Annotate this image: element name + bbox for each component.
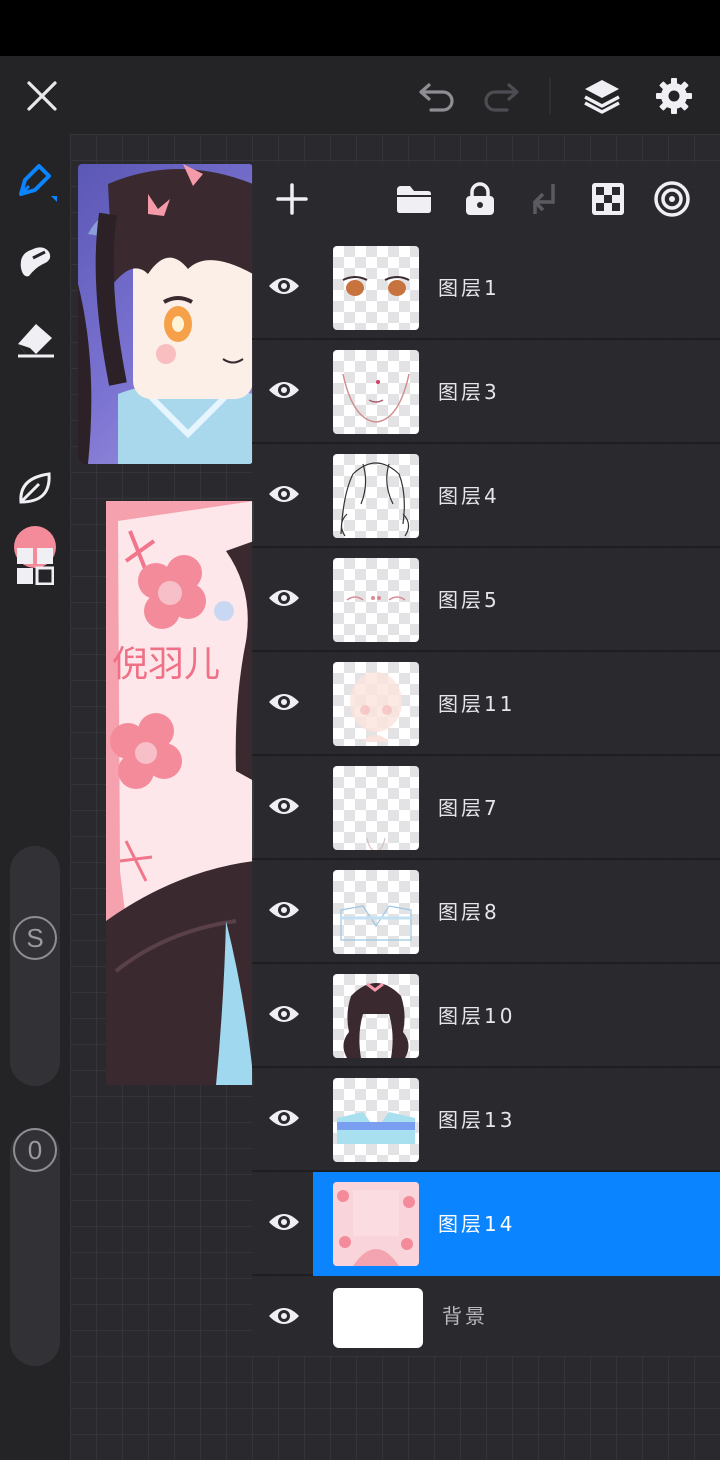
banner-text: 倪羽儿 xyxy=(112,644,220,685)
grid-icon[interactable] xyxy=(11,542,59,590)
layer-row[interactable]: 图层1 xyxy=(252,236,720,340)
lock-icon[interactable] xyxy=(457,176,503,222)
opacity-slider[interactable]: 0 xyxy=(10,1128,60,1366)
toolbar-divider xyxy=(549,78,551,114)
layer-thumbnail xyxy=(333,1078,419,1162)
layer-name: 图层10 xyxy=(438,1004,516,1028)
top-toolbar xyxy=(0,56,720,134)
layer-thumbnail xyxy=(333,974,419,1058)
opacity-knob[interactable]: 0 xyxy=(13,1128,57,1172)
eye-icon[interactable] xyxy=(264,682,304,722)
layer-thumbnail xyxy=(333,870,419,954)
smudge-icon[interactable] xyxy=(11,236,59,284)
layer-row[interactable]: 图层5 xyxy=(252,548,720,652)
layer-thumbnail xyxy=(333,1182,419,1266)
eye-icon[interactable] xyxy=(264,1202,304,1242)
layer-thumbnail xyxy=(333,766,419,850)
layer-thumbnail xyxy=(333,662,419,746)
layer-row-selected[interactable]: 图层14 xyxy=(252,1172,720,1276)
layer-name: 图层11 xyxy=(438,692,516,716)
layers-icon[interactable] xyxy=(578,72,626,120)
brush-size-slider[interactable]: S xyxy=(10,846,60,1086)
layer-thumbnail xyxy=(333,454,419,538)
layer-panel-header xyxy=(252,162,720,236)
leaf-icon[interactable] xyxy=(11,464,59,512)
pen-icon[interactable] xyxy=(11,158,59,206)
redo-icon[interactable] xyxy=(477,72,525,120)
eye-icon[interactable] xyxy=(264,786,304,826)
eraser-icon[interactable] xyxy=(11,314,59,362)
eye-icon[interactable] xyxy=(264,1296,304,1336)
eye-icon[interactable] xyxy=(264,578,304,618)
layer-thumbnail xyxy=(333,350,419,434)
layer-name: 图层3 xyxy=(438,380,500,404)
layer-name: 图层13 xyxy=(438,1108,516,1132)
left-toolbar: S 0 xyxy=(0,134,70,1460)
layer-name: 图层5 xyxy=(438,588,500,612)
layer-panel: 图层1 图层3 图层4 图层5 图层11 图层7 图层8 图层10 图层13 图… xyxy=(252,162,720,1356)
add-icon[interactable] xyxy=(269,176,315,222)
eye-icon[interactable] xyxy=(264,266,304,306)
close-icon[interactable] xyxy=(18,72,66,120)
undo-icon[interactable] xyxy=(413,72,461,120)
layer-row[interactable]: 图层8 xyxy=(252,860,720,964)
layer-thumbnail xyxy=(333,558,419,642)
layer-name: 图层1 xyxy=(438,276,500,300)
layer-row[interactable]: 图层13 xyxy=(252,1068,720,1172)
layer-row[interactable]: 图层11 xyxy=(252,652,720,756)
artwork-character-preview xyxy=(78,164,253,464)
layer-name: 图层14 xyxy=(438,1212,516,1236)
brush-size-knob[interactable]: S xyxy=(13,916,57,960)
layer-name: 背景 xyxy=(442,1304,488,1328)
layer-row[interactable]: 图层3 xyxy=(252,340,720,444)
layer-name: 图层4 xyxy=(438,484,500,508)
layer-row[interactable]: 图层7 xyxy=(252,756,720,860)
layer-row[interactable]: 图层4 xyxy=(252,444,720,548)
eye-icon[interactable] xyxy=(264,370,304,410)
eye-icon[interactable] xyxy=(264,474,304,514)
eye-icon[interactable] xyxy=(264,890,304,930)
eye-icon[interactable] xyxy=(264,1098,304,1138)
merge-down-icon[interactable] xyxy=(521,176,567,222)
layer-name: 图层7 xyxy=(438,796,500,820)
folder-icon[interactable] xyxy=(391,176,437,222)
eye-icon[interactable] xyxy=(264,994,304,1034)
layer-name: 图层8 xyxy=(438,900,500,924)
status-bar xyxy=(0,0,720,56)
checkerboard-icon[interactable] xyxy=(585,176,631,222)
artwork-banner-preview: 倪羽儿 xyxy=(106,501,254,1085)
blend-icon[interactable] xyxy=(649,176,695,222)
layer-row[interactable]: 图层10 xyxy=(252,964,720,1068)
layer-thumbnail xyxy=(333,246,419,330)
background-layer-row[interactable]: 背景 xyxy=(252,1276,720,1356)
gear-icon[interactable] xyxy=(650,72,698,120)
background-thumbnail xyxy=(333,1288,423,1348)
